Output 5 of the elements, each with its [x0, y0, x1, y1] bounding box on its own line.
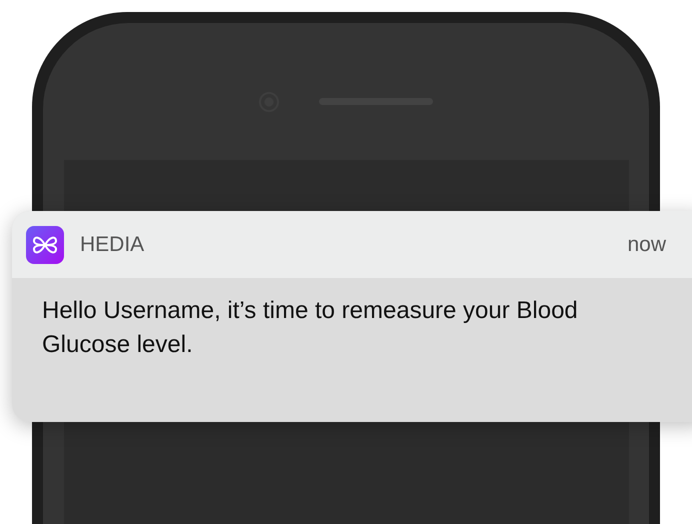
app-name: HEDIA — [80, 232, 144, 256]
app-logo-icon — [26, 226, 64, 264]
notification-message: Hello Username, it’s time to remeasure your Blood Glucose level. — [42, 296, 579, 360]
notification-card[interactable]: HEDIA now Hello Username, it’s time to remeasure your Blood Glucose level. — [12, 211, 692, 422]
notification-time: now — [627, 232, 666, 256]
